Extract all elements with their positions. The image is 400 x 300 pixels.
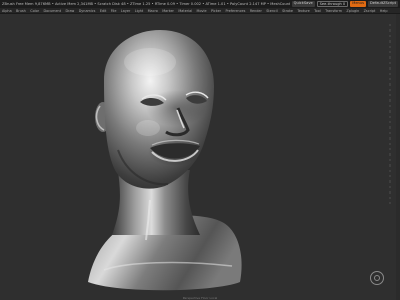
menu-item-draw[interactable]: Draw (65, 9, 74, 13)
default-zscript-button[interactable]: DefaultZScript (367, 1, 398, 7)
menu-item-texture[interactable]: Texture (297, 9, 309, 13)
menu-item-transform[interactable]: Transform (325, 9, 342, 13)
menu-item-document[interactable]: Document (43, 9, 61, 13)
menu-item-file[interactable]: File (111, 9, 117, 13)
menu-item-stencil[interactable]: Stencil (266, 9, 277, 13)
menu-item-help[interactable]: Help (380, 9, 388, 13)
menu-item-preferences[interactable]: Preferences (225, 9, 245, 13)
sculpted-head-model[interactable] (60, 14, 290, 296)
menu-item-macro[interactable]: Macro (148, 9, 158, 13)
menu-item-light[interactable]: Light (135, 9, 143, 13)
menu-item-stroke[interactable]: Stroke (282, 9, 293, 13)
right-tray-handle[interactable] (388, 24, 391, 254)
see-through-slider[interactable]: See-through 0 (316, 1, 349, 7)
menu-item-alpha[interactable]: Alpha (2, 9, 12, 13)
menu-item-edit[interactable]: Edit (100, 9, 107, 13)
right-shelf (396, 14, 400, 300)
menu-item-movie[interactable]: Movie (197, 9, 207, 13)
rotation-gizmo-inner (374, 275, 380, 281)
menu-item-tool[interactable]: Tool (314, 9, 321, 13)
menu-item-material[interactable]: Material (178, 9, 192, 13)
menu-item-brush[interactable]: Brush (16, 9, 26, 13)
menu-item-layer[interactable]: Layer (121, 9, 130, 13)
menu-item-marker[interactable]: Marker (162, 9, 174, 13)
menu-item-render[interactable]: Render (250, 9, 262, 13)
menu-item-zscript[interactable]: Zscript (364, 9, 376, 13)
menu-item-picker[interactable]: Picker (211, 9, 221, 13)
menu-item-zplugin[interactable]: Zplugin (346, 9, 359, 13)
title-bar: ZBrush Free Mem 9,876MB • Active Mem 2,3… (0, 0, 400, 8)
viewport-caption: Perspective Floor Local (182, 296, 218, 300)
menus-toggle-button[interactable]: Menus (350, 1, 366, 7)
menu-item-dynamics[interactable]: Dynamics (79, 9, 96, 13)
menu-item-color[interactable]: Color (30, 9, 39, 13)
status-readout: ZBrush Free Mem 9,876MB • Active Mem 2,3… (2, 2, 290, 6)
quicksave-button[interactable]: QuickSave (291, 1, 315, 7)
